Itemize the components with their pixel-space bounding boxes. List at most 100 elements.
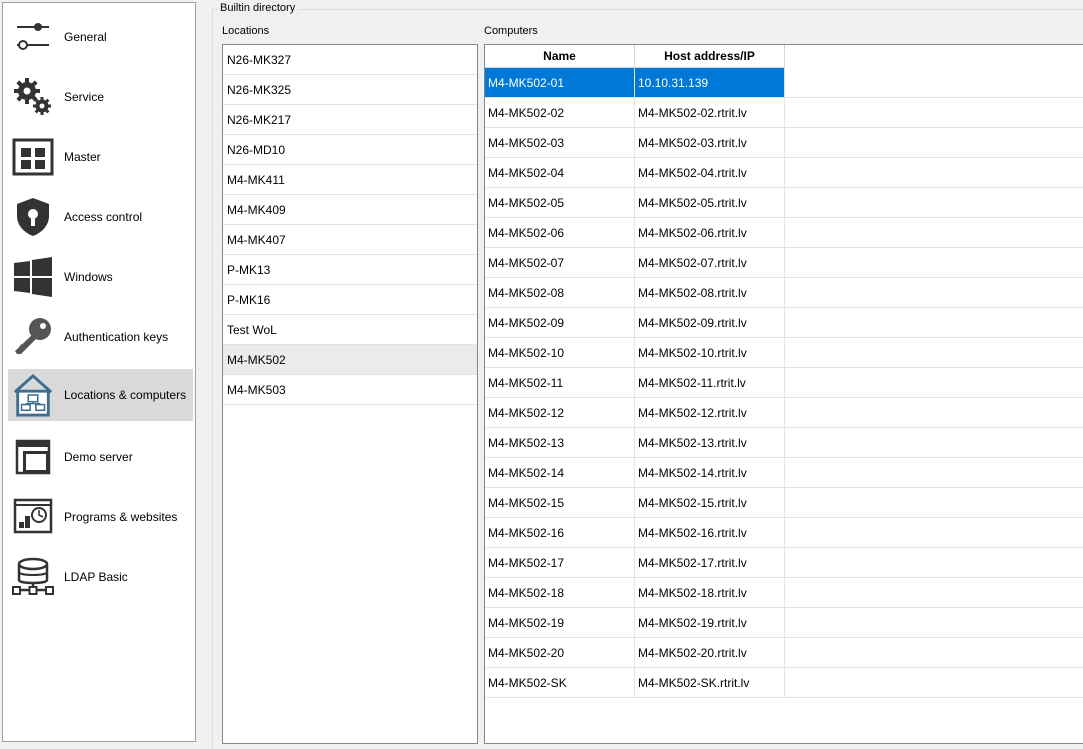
table-row[interactable]: M4-MK502-20 M4-MK502-20.rtrit.lv [485,638,1083,668]
host-address-cell[interactable]: M4-MK502-19.rtrit.lv [635,608,785,638]
location-item[interactable]: M4-MK411 [223,165,477,195]
nav-item-general[interactable]: General [8,11,193,63]
windows-logo-icon [11,255,55,299]
computer-name-cell[interactable]: M4-MK502-07 [485,248,635,278]
computer-name-cell[interactable]: M4-MK502-02 [485,98,635,128]
nav-item-programs-websites[interactable]: Programs & websites [8,491,193,543]
host-address-cell[interactable]: M4-MK502-05.rtrit.lv [635,188,785,218]
nav-label: Authentication keys [64,330,169,344]
computer-name-cell[interactable]: M4-MK502-05 [485,188,635,218]
location-item[interactable]: N26-MK217 [223,105,477,135]
table-row[interactable]: M4-MK502-12 M4-MK502-12.rtrit.lv [485,398,1083,428]
table-row[interactable]: M4-MK502-01 10.10.31.139 [485,68,1083,98]
empty-cell [785,158,1083,188]
host-address-cell[interactable]: M4-MK502-04.rtrit.lv [635,158,785,188]
host-address-cell[interactable]: M4-MK502-15.rtrit.lv [635,488,785,518]
table-row[interactable]: M4-MK502-07 M4-MK502-07.rtrit.lv [485,248,1083,278]
table-row[interactable]: M4-MK502-18 M4-MK502-18.rtrit.lv [485,578,1083,608]
table-row[interactable]: M4-MK502-16 M4-MK502-16.rtrit.lv [485,518,1083,548]
location-item[interactable]: P-MK16 [223,285,477,315]
table-row[interactable]: M4-MK502-04 M4-MK502-04.rtrit.lv [485,158,1083,188]
location-item[interactable]: N26-MK327 [223,45,477,75]
table-row[interactable]: M4-MK502-17 M4-MK502-17.rtrit.lv [485,548,1083,578]
host-address-cell[interactable]: M4-MK502-03.rtrit.lv [635,128,785,158]
table-row[interactable]: M4-MK502-13 M4-MK502-13.rtrit.lv [485,428,1083,458]
table-row[interactable]: M4-MK502-02 M4-MK502-02.rtrit.lv [485,98,1083,128]
table-row[interactable]: M4-MK502-06 M4-MK502-06.rtrit.lv [485,218,1083,248]
computer-name-cell[interactable]: M4-MK502-12 [485,398,635,428]
column-header-name[interactable]: Name [485,45,635,68]
location-item[interactable]: M4-MK409 [223,195,477,225]
table-row[interactable]: M4-MK502-15 M4-MK502-15.rtrit.lv [485,488,1083,518]
nav-item-access-control[interactable]: Access control [8,191,193,243]
computer-name-cell[interactable]: M4-MK502-03 [485,128,635,158]
locations-label: Locations [222,25,270,37]
empty-cell [785,488,1083,518]
nav-item-demo-server[interactable]: Demo server [8,431,193,483]
host-address-cell[interactable]: M4-MK502-13.rtrit.lv [635,428,785,458]
host-address-cell[interactable]: M4-MK502-08.rtrit.lv [635,278,785,308]
computer-name-cell[interactable]: M4-MK502-19 [485,608,635,638]
nav-item-ldap-basic[interactable]: LDAP Basic [8,551,193,603]
computer-name-cell[interactable]: M4-MK502-14 [485,458,635,488]
table-row[interactable]: M4-MK502-SK M4-MK502-SK.rtrit.lv [485,668,1083,698]
computer-name-cell[interactable]: M4-MK502-16 [485,518,635,548]
host-address-cell[interactable]: M4-MK502-14.rtrit.lv [635,458,785,488]
computer-name-cell[interactable]: M4-MK502-SK [485,668,635,698]
host-address-cell[interactable]: M4-MK502-10.rtrit.lv [635,338,785,368]
computer-name-cell[interactable]: M4-MK502-09 [485,308,635,338]
host-address-cell[interactable]: M4-MK502-12.rtrit.lv [635,398,785,428]
computer-name-cell[interactable]: M4-MK502-04 [485,158,635,188]
host-address-cell[interactable]: M4-MK502-06.rtrit.lv [635,218,785,248]
location-item[interactable]: N26-MK325 [223,75,477,105]
computer-name-cell[interactable]: M4-MK502-11 [485,368,635,398]
table-row[interactable]: M4-MK502-11 M4-MK502-11.rtrit.lv [485,368,1083,398]
table-row[interactable]: M4-MK502-08 M4-MK502-08.rtrit.lv [485,278,1083,308]
location-item[interactable]: Test WoL [223,315,477,345]
computer-name-cell[interactable]: M4-MK502-13 [485,428,635,458]
host-address-cell[interactable]: M4-MK502-16.rtrit.lv [635,518,785,548]
computer-name-cell[interactable]: M4-MK502-15 [485,488,635,518]
nav-item-locations-computers[interactable]: Locations & computers [8,369,193,421]
host-address-cell[interactable]: M4-MK502-11.rtrit.lv [635,368,785,398]
empty-cell [785,608,1083,638]
column-header-host[interactable]: Host address/IP [635,45,785,68]
table-row[interactable]: M4-MK502-10 M4-MK502-10.rtrit.lv [485,338,1083,368]
computer-name-cell[interactable]: M4-MK502-06 [485,218,635,248]
table-row[interactable]: M4-MK502-05 M4-MK502-05.rtrit.lv [485,188,1083,218]
computer-name-cell[interactable]: M4-MK502-17 [485,548,635,578]
host-address-cell[interactable]: M4-MK502-20.rtrit.lv [635,638,785,668]
nav-item-authentication-keys[interactable]: Authentication keys [8,311,193,363]
host-address-cell[interactable]: M4-MK502-SK.rtrit.lv [635,668,785,698]
host-address-cell[interactable]: M4-MK502-18.rtrit.lv [635,578,785,608]
table-row[interactable]: M4-MK502-03 M4-MK502-03.rtrit.lv [485,128,1083,158]
location-item[interactable]: N26-MD10 [223,135,477,165]
location-item[interactable]: P-MK13 [223,255,477,285]
computer-name-cell[interactable]: M4-MK502-08 [485,278,635,308]
empty-cell [785,398,1083,428]
nav-item-windows[interactable]: Windows [8,251,193,303]
computers-label: Computers [484,25,538,37]
nav-item-master[interactable]: Master [8,131,193,183]
host-address-cell[interactable]: M4-MK502-17.rtrit.lv [635,548,785,578]
host-address-cell[interactable]: M4-MK502-09.rtrit.lv [635,308,785,338]
computer-name-cell[interactable]: M4-MK502-18 [485,578,635,608]
table-row[interactable]: M4-MK502-09 M4-MK502-09.rtrit.lv [485,308,1083,338]
location-item[interactable]: M4-MK502 [223,345,477,375]
table-row[interactable]: M4-MK502-19 M4-MK502-19.rtrit.lv [485,608,1083,638]
nav-item-service[interactable]: Service [8,71,193,123]
location-item[interactable]: M4-MK407 [223,225,477,255]
computer-name-cell[interactable]: M4-MK502-10 [485,338,635,368]
nav-label: Locations & computers [64,388,187,402]
gears-icon [11,75,55,119]
location-item[interactable]: M4-MK503 [223,375,477,405]
computer-name-cell[interactable]: M4-MK502-01 [485,68,635,98]
table-row[interactable]: M4-MK502-14 M4-MK502-14.rtrit.lv [485,458,1083,488]
computers-table[interactable]: Name Host address/IP M4-MK502-01 10.10.31… [484,44,1083,744]
host-address-cell[interactable]: M4-MK502-07.rtrit.lv [635,248,785,278]
host-address-cell[interactable]: M4-MK502-02.rtrit.lv [635,98,785,128]
computer-name-cell[interactable]: M4-MK502-20 [485,638,635,668]
empty-cell [785,518,1083,548]
locations-list[interactable]: N26-MK327 N26-MK325 N26-MK217 N26-MD10 M4-MK… [222,44,478,744]
host-address-cell[interactable]: 10.10.31.139 [635,68,785,98]
